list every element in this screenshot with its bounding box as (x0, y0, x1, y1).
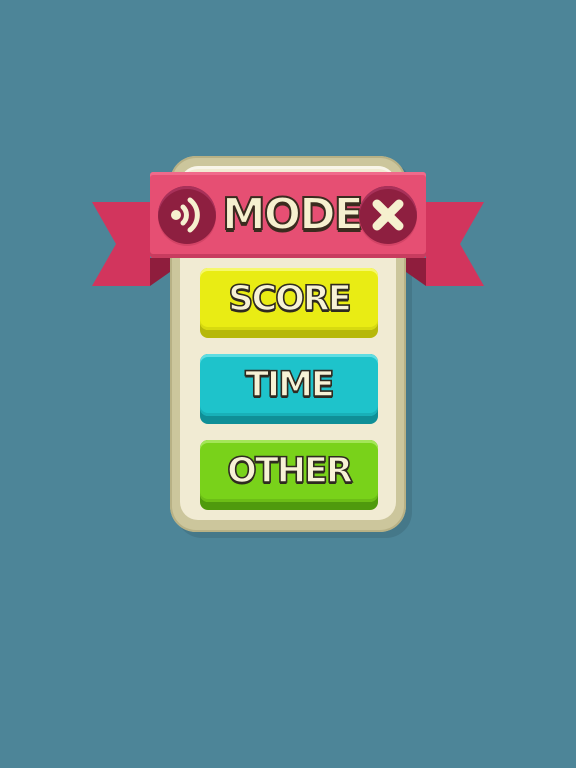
score-mode-button[interactable]: SCORE (200, 268, 378, 338)
sound-icon (171, 197, 200, 233)
time-mode-button[interactable]: TIME (200, 354, 378, 424)
other-mode-button[interactable]: OTHER (200, 440, 378, 510)
other-button-label: OTHER (226, 450, 353, 492)
sound-button[interactable] (158, 186, 216, 244)
score-button-label: SCORE (227, 278, 352, 320)
close-button[interactable] (359, 186, 417, 244)
close-icon (372, 199, 404, 231)
time-button-label: TIME (244, 364, 335, 406)
dialog-title: MODE (221, 188, 365, 241)
mode-screen: MODE SCORE TIME OTHER (0, 0, 576, 768)
